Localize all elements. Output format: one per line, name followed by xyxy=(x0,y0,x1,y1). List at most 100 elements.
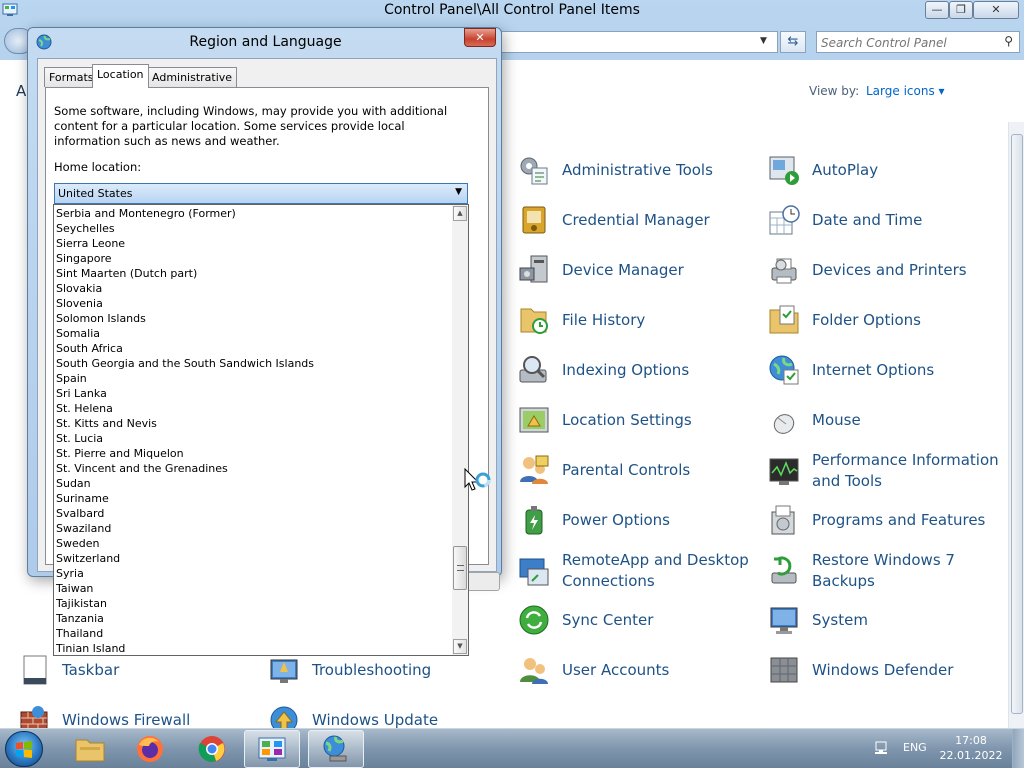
home-location-label: Home location: xyxy=(54,160,142,174)
language-indicator[interactable]: ENG xyxy=(903,741,927,754)
dropdown-scroll-thumb[interactable] xyxy=(453,546,467,590)
dropdown-option[interactable]: Taiwan xyxy=(54,581,452,596)
cp-item-autoplay[interactable]: AutoPlay xyxy=(768,150,878,190)
show-desktop-button[interactable] xyxy=(1012,729,1024,768)
cp-item-windows-update[interactable]: Windows Update xyxy=(268,700,438,728)
content-scrollbar[interactable] xyxy=(1008,122,1024,728)
address-dropdown-icon[interactable]: ▼ xyxy=(760,36,767,46)
dropdown-option[interactable]: Sweden xyxy=(54,536,452,551)
cp-item-windows-defender[interactable]: Windows Defender xyxy=(768,650,953,690)
search-box[interactable]: ⚲ xyxy=(816,31,1020,53)
dropdown-option[interactable]: Switzerland xyxy=(54,551,452,566)
cp-item-remoteapp[interactable]: RemoteApp and Desktop Connections xyxy=(518,550,752,592)
dropdown-option[interactable]: Serbia and Montenegro (Former) xyxy=(54,206,452,221)
dropdown-option[interactable]: St. Helena xyxy=(54,401,452,416)
scroll-down-icon[interactable]: ▼ xyxy=(453,639,467,654)
dropdown-option[interactable]: Sint Maarten (Dutch part) xyxy=(54,266,452,281)
taskbar-control-panel[interactable] xyxy=(244,730,300,768)
search-input[interactable] xyxy=(821,35,996,50)
cp-item-administrative-tools[interactable]: Administrative Tools xyxy=(518,150,713,190)
tab-formats[interactable]: Formats xyxy=(44,67,99,87)
file-explorer-icon xyxy=(75,739,105,762)
start-button[interactable] xyxy=(5,731,43,767)
dropdown-option[interactable]: Tanzania xyxy=(54,611,452,626)
cp-item-taskbar[interactable]: Taskbar xyxy=(18,650,119,690)
dropdown-option[interactable]: Svalbard xyxy=(54,506,452,521)
internet-options-icon xyxy=(769,355,799,385)
home-location-dropdown-list[interactable]: Serbia and Montenegro (Former) Seychelles… xyxy=(53,204,469,656)
cp-item-parental-controls[interactable]: Parental Controls xyxy=(518,450,690,490)
cp-item-power-options[interactable]: Power Options xyxy=(518,500,670,540)
scrollbar-thumb[interactable] xyxy=(1011,134,1023,714)
cp-item-file-history[interactable]: File History xyxy=(518,300,645,340)
dropdown-option[interactable]: Slovenia xyxy=(54,296,452,311)
cp-item-performance[interactable]: Performance Information and Tools xyxy=(768,450,1002,492)
page-heading: A xyxy=(16,82,27,100)
taskbar-file-explorer[interactable] xyxy=(62,730,118,768)
location-icon xyxy=(519,407,549,433)
dropdown-option[interactable]: St. Lucia xyxy=(54,431,452,446)
dropdown-option[interactable]: Thailand xyxy=(54,626,452,641)
view-by-label: View by: xyxy=(809,84,860,98)
taskbar-chrome[interactable] xyxy=(184,730,240,768)
dropdown-option[interactable]: Sudan xyxy=(54,476,452,491)
device-manager-icon xyxy=(519,255,548,283)
taskbar-firefox[interactable] xyxy=(122,730,178,768)
close-button[interactable]: ✕ xyxy=(973,1,1019,19)
dropdown-option[interactable]: Suriname xyxy=(54,491,452,506)
cp-item-restore-backups[interactable]: Restore Windows 7 Backups xyxy=(768,550,972,592)
dropdown-option[interactable]: St. Vincent and the Grenadines xyxy=(54,461,452,476)
cp-item-date-time[interactable]: Date and Time xyxy=(768,200,922,240)
cp-item-device-manager[interactable]: Device Manager xyxy=(518,250,684,290)
dropdown-scrollbar[interactable]: ▲ ▼ xyxy=(452,205,468,655)
dropdown-option[interactable]: Swaziland xyxy=(54,521,452,536)
dropdown-option[interactable]: South Georgia and the South Sandwich Isl… xyxy=(54,356,452,371)
view-by-dropdown[interactable]: Large icons ▾ xyxy=(866,84,945,98)
cp-item-internet-options[interactable]: Internet Options xyxy=(768,350,934,390)
update-icon xyxy=(270,706,298,728)
cp-item-folder-options[interactable]: Folder Options xyxy=(768,300,921,340)
dropdown-option[interactable]: Slovakia xyxy=(54,281,452,296)
cp-item-sync-center[interactable]: Sync Center xyxy=(518,600,653,640)
user-accounts-icon xyxy=(520,658,548,684)
cp-item-system[interactable]: System xyxy=(768,600,868,640)
maximize-button[interactable]: ❐ xyxy=(949,1,973,19)
home-location-select[interactable]: United States ▼ xyxy=(54,183,468,204)
minimize-button[interactable]: — xyxy=(925,1,949,19)
dropdown-option[interactable]: Somalia xyxy=(54,326,452,341)
cp-item-user-accounts[interactable]: User Accounts xyxy=(518,650,669,690)
cp-item-credential-manager[interactable]: Credential Manager xyxy=(518,200,710,240)
dropdown-option[interactable]: Solomon Islands xyxy=(54,311,452,326)
remoteapp-icon xyxy=(519,558,549,586)
cp-item-mouse[interactable]: Mouse xyxy=(768,400,861,440)
scroll-up-icon[interactable]: ▲ xyxy=(453,206,467,221)
dropdown-option[interactable]: Spain xyxy=(54,371,452,386)
tab-administrative[interactable]: Administrative xyxy=(147,67,238,87)
cp-item-troubleshooting[interactable]: Troubleshooting xyxy=(268,650,431,690)
dropdown-option[interactable]: Sri Lanka xyxy=(54,386,452,401)
dropdown-option[interactable]: Syria xyxy=(54,566,452,581)
taskbar-region-language[interactable] xyxy=(308,730,364,768)
dropdown-items: Serbia and Montenegro (Former) Seychelles… xyxy=(54,205,452,656)
cp-item-indexing-options[interactable]: Indexing Options xyxy=(518,350,689,390)
refresh-button[interactable]: ⇆ xyxy=(780,31,806,53)
dropdown-option[interactable]: St. Kitts and Nevis xyxy=(54,416,452,431)
cp-item-windows-firewall[interactable]: Windows Firewall xyxy=(18,700,190,728)
dialog-title: Region and Language xyxy=(189,34,342,50)
cp-item-programs-features[interactable]: Programs and Features xyxy=(768,500,985,540)
clock[interactable]: 17:08 22.01.2022 xyxy=(936,733,1006,763)
network-icon[interactable] xyxy=(874,740,890,756)
search-icon[interactable]: ⚲ xyxy=(1004,34,1013,48)
dropdown-option[interactable]: Sierra Leone xyxy=(54,236,452,251)
cp-item-location-settings[interactable]: Location Settings xyxy=(518,400,692,440)
dropdown-option[interactable]: Tajikistan xyxy=(54,596,452,611)
dropdown-option[interactable]: Seychelles xyxy=(54,221,452,236)
chevron-down-icon[interactable]: ▼ xyxy=(455,187,462,197)
dropdown-option[interactable]: St. Pierre and Miquelon xyxy=(54,446,452,461)
cp-item-devices-printers[interactable]: Devices and Printers xyxy=(768,250,967,290)
tab-location[interactable]: Location xyxy=(92,64,149,88)
dropdown-option[interactable]: South Africa xyxy=(54,341,452,356)
dropdown-option[interactable]: Singapore xyxy=(54,251,452,266)
dropdown-option[interactable]: Tinian Island xyxy=(54,641,452,656)
dialog-close-button[interactable]: ✕ xyxy=(464,28,496,47)
